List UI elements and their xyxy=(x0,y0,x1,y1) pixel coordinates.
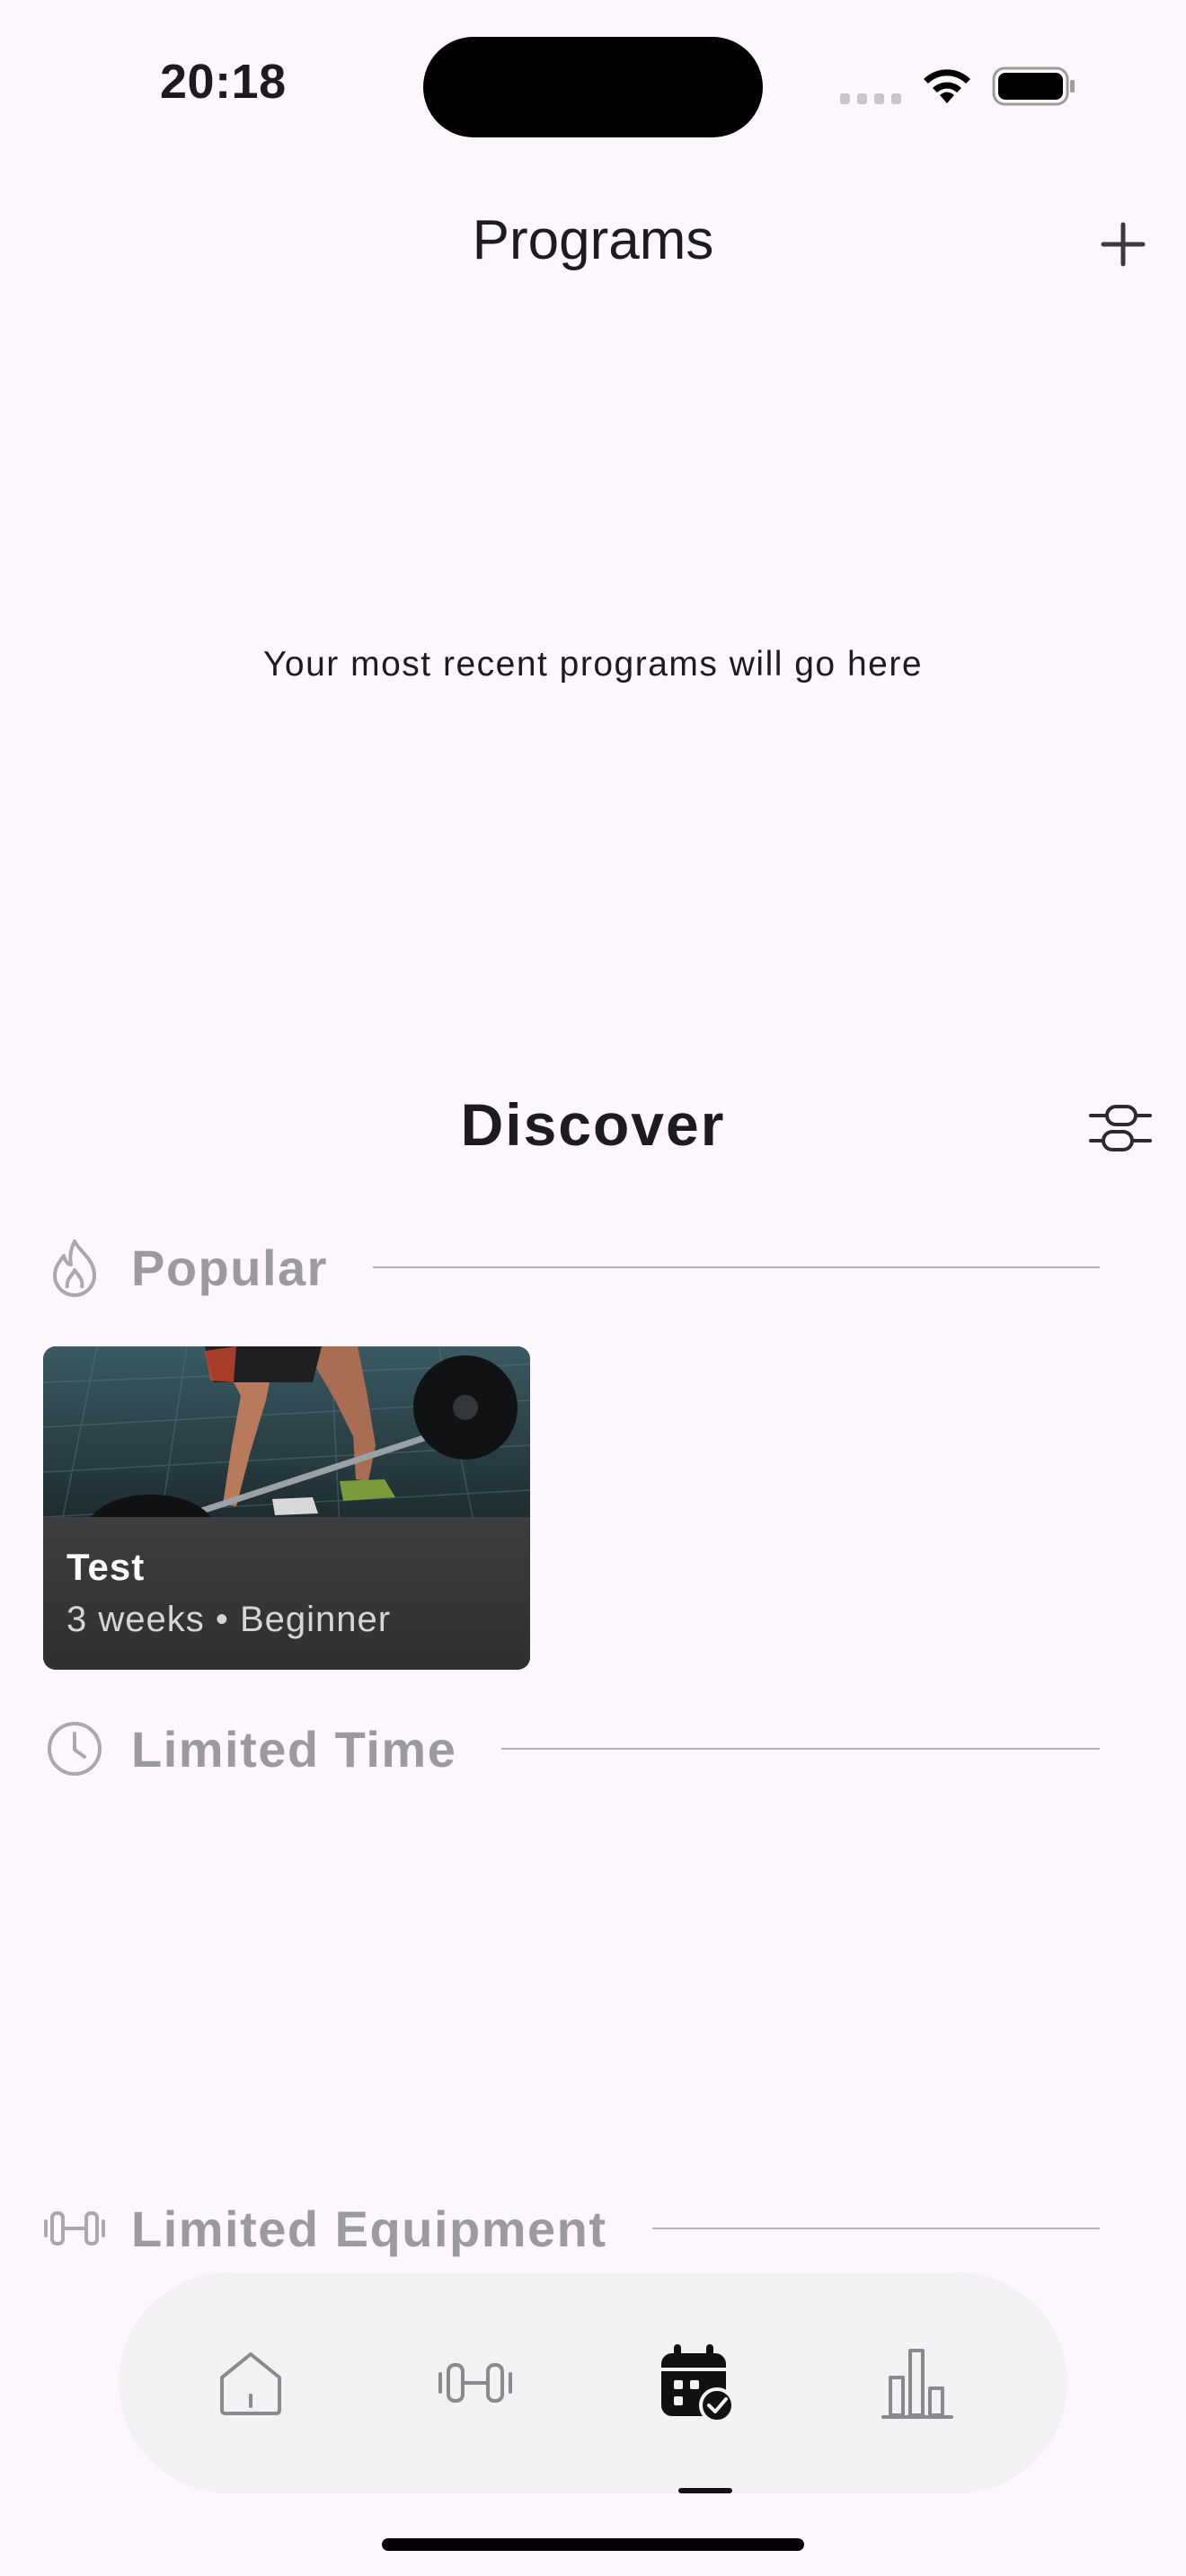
add-program-button[interactable] xyxy=(1096,217,1150,271)
flame-icon xyxy=(43,1236,106,1299)
nav-home[interactable] xyxy=(183,2272,318,2493)
battery-icon xyxy=(992,66,1075,106)
barbell-deadlift-photo xyxy=(43,1346,530,1526)
filter-sliders-icon xyxy=(1089,1105,1152,1151)
filter-button[interactable] xyxy=(1089,1099,1152,1157)
divider xyxy=(372,1266,1100,1268)
program-card-test[interactable]: Test 3 weeks • Beginner xyxy=(43,1346,530,1670)
bar-chart-icon xyxy=(881,2349,953,2419)
clock-icon xyxy=(43,1717,106,1780)
section-label-limited-time: Limited Time xyxy=(131,1720,457,1778)
active-tab-indicator xyxy=(678,2488,732,2493)
card-info-overlay xyxy=(43,1517,530,1670)
cellular-signal-icon xyxy=(840,93,901,104)
divider xyxy=(501,1748,1100,1750)
card-subtitle: 3 weeks • Beginner xyxy=(66,1600,392,1639)
nav-programs[interactable] xyxy=(629,2272,764,2493)
nav-stats[interactable] xyxy=(850,2272,985,2493)
divider xyxy=(651,2228,1100,2229)
dynamic-island xyxy=(423,37,763,137)
bottom-navigation xyxy=(119,2272,1067,2493)
section-label-popular: Popular xyxy=(131,1239,328,1296)
calendar-check-icon xyxy=(661,2344,735,2423)
section-header-popular: Popular xyxy=(43,1236,1100,1299)
plus-icon xyxy=(1101,222,1146,267)
home-indicator[interactable] xyxy=(382,2538,804,2551)
dumbbell-icon xyxy=(438,2363,512,2403)
page-title: Programs xyxy=(472,209,714,271)
dumbbell-icon xyxy=(43,2197,106,2260)
home-icon xyxy=(220,2352,281,2415)
section-header-limited-equipment: Limited Equipment xyxy=(43,2197,1100,2260)
status-time: 20:18 xyxy=(160,55,287,109)
discover-title: Discover xyxy=(460,1091,726,1158)
section-label-limited-equipment: Limited Equipment xyxy=(131,2200,607,2257)
section-header-limited-time: Limited Time xyxy=(43,1717,1100,1780)
card-title: Test xyxy=(66,1546,146,1588)
nav-workouts[interactable] xyxy=(408,2272,543,2493)
wifi-icon xyxy=(924,69,970,103)
recent-programs-empty-text: Your most recent programs will go here xyxy=(262,645,924,684)
